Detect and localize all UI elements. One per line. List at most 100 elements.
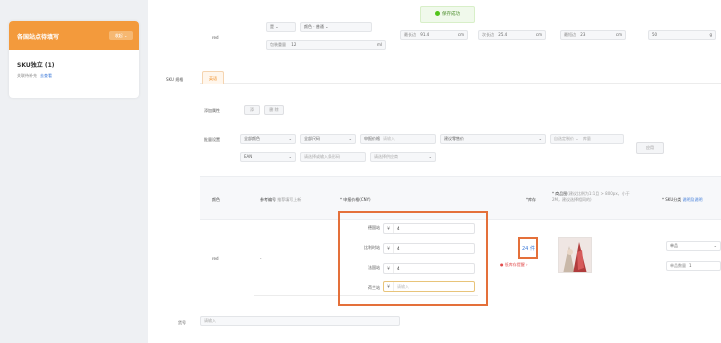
sku-cat-value: 单品 [670, 243, 678, 248]
ean-value: EAN [244, 154, 253, 159]
sku-section-label: SKU 规格 [166, 77, 184, 82]
weight-unit: ml [376, 42, 382, 47]
sku-view-link[interactable]: 去查看 [40, 73, 52, 78]
bulk-retail-input[interactable]: 建议零售价 ⌄ [440, 134, 546, 144]
bulk-price-label: 申报价格 [364, 136, 380, 141]
price-placeholder-3: 请输入 [397, 284, 409, 289]
product-image[interactable] [558, 237, 592, 273]
sku-sub-text: 关联待补充 [17, 73, 37, 78]
shortest-unit: cm [615, 32, 622, 37]
sku-qty-value: 1 [689, 263, 692, 268]
ean-placeholder: 请选择或输入条形码 [304, 154, 340, 159]
sku-cat-select[interactable]: 单品 ⌄ [666, 241, 721, 251]
row-color: red [212, 256, 219, 261]
extra-field[interactable]: 50 g [648, 30, 716, 40]
currency-3: ¥ [384, 282, 394, 291]
top-select-1-value: 是 [270, 24, 274, 29]
weight-label: 包装重量 [270, 42, 286, 47]
supplier-placeholder: 请选择供应商 [374, 154, 398, 159]
delete-button[interactable]: 删 除 [264, 105, 284, 115]
ean-input[interactable]: 请选择或输入条形码 [300, 152, 366, 162]
batch-attr-label: 添加属性 [204, 108, 220, 113]
bulk-custom-placeholder: 自选定制价 ⌄ [554, 136, 579, 141]
second-unit: cm [535, 32, 542, 37]
top-select-2[interactable]: 颜色 · 普通 ⌄ [300, 22, 372, 32]
add-button[interactable]: 添 [244, 105, 260, 115]
price-label-0: 德国站 [368, 225, 380, 230]
th-price: * 申报价格(CNY) [340, 197, 371, 202]
th-sku-cat: * SKU分类 说明及说明 [662, 197, 703, 203]
success-icon [435, 11, 440, 16]
row-code: - [260, 256, 262, 261]
supplier-select[interactable]: 请选择供应商 ⌄ [370, 152, 436, 162]
bulk-custom-placeholder-2: 库量 [582, 136, 591, 141]
shortest-side-field[interactable]: 最短边 23 cm [560, 30, 626, 40]
top-select-1[interactable]: 是 ⌄ [266, 22, 296, 32]
sku-name: SKU独立 (1) [17, 62, 55, 69]
sku-qty-field[interactable]: 单品数量 1 [666, 261, 721, 271]
price-label-3: 荷兰站 [368, 285, 380, 290]
top-color-value: red [212, 35, 219, 40]
th-code: 参考编号 推荐填写上新 [260, 197, 301, 203]
weight-field[interactable]: 包装重量 12 ml [266, 40, 386, 50]
th-code-note: 推荐填写上新 [277, 197, 302, 202]
product-image-art [559, 238, 591, 272]
item-number-placeholder: 请输入 [204, 318, 216, 323]
th-code-label: 参考编号 [260, 197, 276, 202]
shortest-value: 23 [580, 32, 586, 37]
site-card: 各国站点待填写 收起 ⌄ SKU独立 (1) 关联待补充 去查看 [9, 21, 139, 98]
ean-select[interactable]: EAN ⌄ [240, 152, 296, 162]
price-input-3[interactable]: ¥ 请输入 [383, 281, 475, 292]
top-select-2-value: 颜色 · 普通 [304, 24, 324, 29]
price-value-1: 4 [397, 246, 400, 251]
price-label-1: 比利时站 [364, 245, 380, 250]
stock-number: 24 [522, 246, 529, 252]
collapse-button[interactable]: 收起 ⌄ [109, 31, 133, 40]
sku-qty-label: 单品数量 [670, 263, 686, 268]
length-field[interactable]: 最长边 91.4 cm [400, 30, 468, 40]
currency-2: ¥ [384, 264, 394, 273]
shortest-label: 最短边 [564, 32, 576, 37]
price-label-2: 法国站 [368, 265, 380, 270]
toast-text: 保存成功 [442, 12, 460, 17]
extra-unit: g [709, 32, 712, 37]
price-value-0: 4 [397, 226, 400, 231]
footer-label: 货号 [178, 320, 186, 325]
length-label: 最长边 [404, 32, 416, 37]
site-card-header: 各国站点待填写 收起 ⌄ [9, 21, 139, 50]
price-input-0[interactable]: ¥4 [383, 223, 475, 234]
currency-1: ¥ [384, 244, 394, 253]
currency-0: ¥ [384, 224, 394, 233]
bulk-custom-input[interactable]: 自选定制价 ⌄ 库量 [550, 134, 624, 144]
th-sku-cat-label: * SKU分类 [662, 197, 682, 202]
weight-value: 12 [291, 42, 297, 47]
bulk-price-placeholder: 请输入 [383, 136, 395, 141]
stock-warning[interactable]: ● 低库存提醒 › [500, 262, 528, 268]
bulk-retail-label: 建议零售价 [444, 136, 464, 141]
th-image: * 商品图(建议比例为1:1且 > 800px，小于2M，建议选择相同的) [552, 191, 638, 203]
filter-color-value: 全部颜色 [244, 136, 260, 141]
bulk-price-input[interactable]: 申报价格 请输入 [360, 134, 436, 144]
filter-size-select[interactable]: 全部尺码 ⌄ [300, 134, 356, 144]
th-sku-cat-link[interactable]: 说明及说明 [683, 197, 703, 202]
stock-unit: 件 [529, 246, 535, 252]
filter-color-select[interactable]: 全部颜色 ⌄ [240, 134, 296, 144]
stock-highlight-box: 24 件 [518, 237, 538, 259]
filter-size-value: 全部尺码 [304, 136, 320, 141]
th-stock: *库存 [526, 197, 536, 202]
stock-value[interactable]: 24 件 [522, 245, 535, 252]
tab-english[interactable]: 英语 [202, 71, 224, 84]
price-input-2[interactable]: ¥4 [383, 263, 475, 274]
th-color: 颜色 [212, 197, 220, 202]
price-value-2: 4 [397, 266, 400, 271]
sku-sub: 关联待补充 去查看 [17, 73, 52, 79]
second-side-field[interactable]: 次长边 25.4 cm [478, 30, 546, 40]
length-unit: cm [457, 32, 464, 37]
item-number-input[interactable]: 请输入 [200, 316, 400, 326]
success-toast: 保存成功 [420, 6, 475, 23]
price-input-1[interactable]: ¥4 [383, 243, 475, 254]
apply-button[interactable]: 应用 [636, 142, 664, 154]
second-value: 25.4 [498, 32, 508, 37]
tab-divider [200, 83, 721, 84]
th-image-label: * 商品图 [552, 191, 568, 196]
